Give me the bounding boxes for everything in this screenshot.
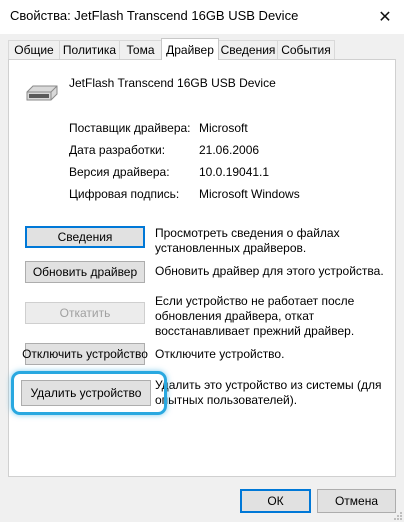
resize-grip-icon[interactable] xyxy=(393,511,403,521)
rollback-button[interactable]: Откатить xyxy=(25,302,145,324)
disable-device-description: Отключите устройство. xyxy=(155,347,285,361)
disable-device-button[interactable]: Отключить устройство xyxy=(22,343,148,365)
tab-events[interactable]: События xyxy=(277,40,335,59)
signature-value: Microsoft Windows xyxy=(199,187,300,201)
driver-panel: JetFlash Transcend 16GB USB Device Поста… xyxy=(8,59,396,477)
tab-strip: Общие Политика Тома Драйвер Сведения Соб… xyxy=(8,38,396,60)
provider-value: Microsoft xyxy=(199,121,248,135)
usb-drive-icon xyxy=(26,85,58,101)
device-name: JetFlash Transcend 16GB USB Device xyxy=(69,76,276,90)
uninstall-device-button[interactable]: Удалить устройство xyxy=(21,380,151,406)
details-description: Просмотреть сведения о файлах установлен… xyxy=(155,226,340,255)
window-title: Свойства: JetFlash Transcend 16GB USB De… xyxy=(10,8,299,23)
cancel-button[interactable]: Отмена xyxy=(317,489,396,513)
tab-driver[interactable]: Драйвер xyxy=(161,38,219,60)
date-label: Дата разработки: xyxy=(69,143,166,157)
date-value: 21.06.2006 xyxy=(199,143,260,157)
close-icon[interactable]: ✕ xyxy=(374,6,396,28)
update-driver-button[interactable]: Обновить драйвер xyxy=(25,261,145,283)
tab-details[interactable]: Сведения xyxy=(218,40,278,59)
tab-policy[interactable]: Политика xyxy=(59,40,120,59)
version-value: 10.0.19041.1 xyxy=(199,165,270,179)
title-bar: Свойства: JetFlash Transcend 16GB USB De… xyxy=(0,0,404,34)
version-label: Версия драйвера: xyxy=(69,165,170,179)
tab-volumes[interactable]: Тома xyxy=(119,40,162,59)
uninstall-description: Удалить это устройство из системы (для о… xyxy=(155,378,382,407)
ok-button[interactable]: ОК xyxy=(240,489,311,513)
update-driver-description: Обновить драйвер для этого устройства. xyxy=(155,264,384,278)
tab-general[interactable]: Общие xyxy=(8,40,60,59)
details-button[interactable]: Сведения xyxy=(25,226,145,248)
rollback-description: Если устройство не работает после обновл… xyxy=(155,294,355,338)
provider-label: Поставщик драйвера: xyxy=(69,121,191,135)
signature-label: Цифровая подпись: xyxy=(69,187,180,201)
